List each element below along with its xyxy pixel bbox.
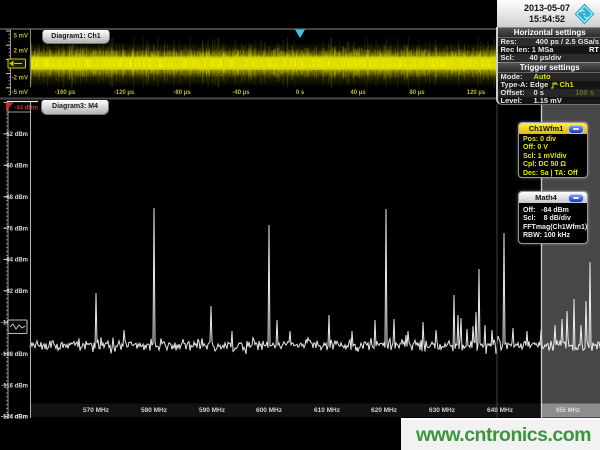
- svg-text:580 MHz: 580 MHz: [141, 407, 168, 414]
- svg-text:570 MHz: 570 MHz: [83, 407, 110, 414]
- svg-text:5 mV: 5 mV: [14, 34, 28, 40]
- svg-text:-68 dBm: -68 dBm: [4, 195, 28, 201]
- svg-text:610 MHz: 610 MHz: [314, 407, 341, 414]
- svg-text:2 mV: 2 mV: [14, 49, 28, 55]
- svg-text:-2 mV: -2 mV: [12, 76, 28, 82]
- svg-text:-40 µs: -40 µs: [232, 90, 250, 96]
- svg-text:-44 dBm: -44 dBm: [14, 106, 38, 112]
- svg-text:590 MHz: 590 MHz: [199, 407, 226, 414]
- svg-text:-92 dBm: -92 dBm: [4, 289, 28, 295]
- svg-text:120 µs: 120 µs: [467, 90, 486, 96]
- svg-text:-80 µs: -80 µs: [173, 90, 191, 96]
- svg-text:-120 µs: -120 µs: [114, 90, 135, 96]
- svg-text:-108 dBm: -108 dBm: [1, 352, 28, 358]
- svg-text:40 µs: 40 µs: [350, 90, 366, 96]
- svg-text:-52 dBm: -52 dBm: [4, 132, 28, 138]
- svg-text:-60 dBm: -60 dBm: [4, 164, 28, 170]
- svg-text:600 MHz: 600 MHz: [256, 407, 283, 414]
- svg-text:-160 µs: -160 µs: [55, 90, 76, 96]
- svg-text:640 MHz: 640 MHz: [487, 407, 514, 414]
- svg-text:-124 dBm: -124 dBm: [1, 415, 28, 421]
- svg-text:0 s: 0 s: [296, 90, 305, 96]
- svg-text:630 MHz: 630 MHz: [429, 407, 456, 414]
- svg-text:-84 dBm: -84 dBm: [4, 258, 28, 264]
- svg-text:-5 mV: -5 mV: [12, 90, 28, 96]
- svg-text:655 MHz: 655 MHz: [556, 408, 580, 414]
- svg-text:620 MHz: 620 MHz: [371, 407, 398, 414]
- svg-text:-116 dBm: -116 dBm: [1, 383, 28, 389]
- svg-text:80 µs: 80 µs: [409, 90, 425, 96]
- svg-text:-76 dBm: -76 dBm: [4, 226, 28, 232]
